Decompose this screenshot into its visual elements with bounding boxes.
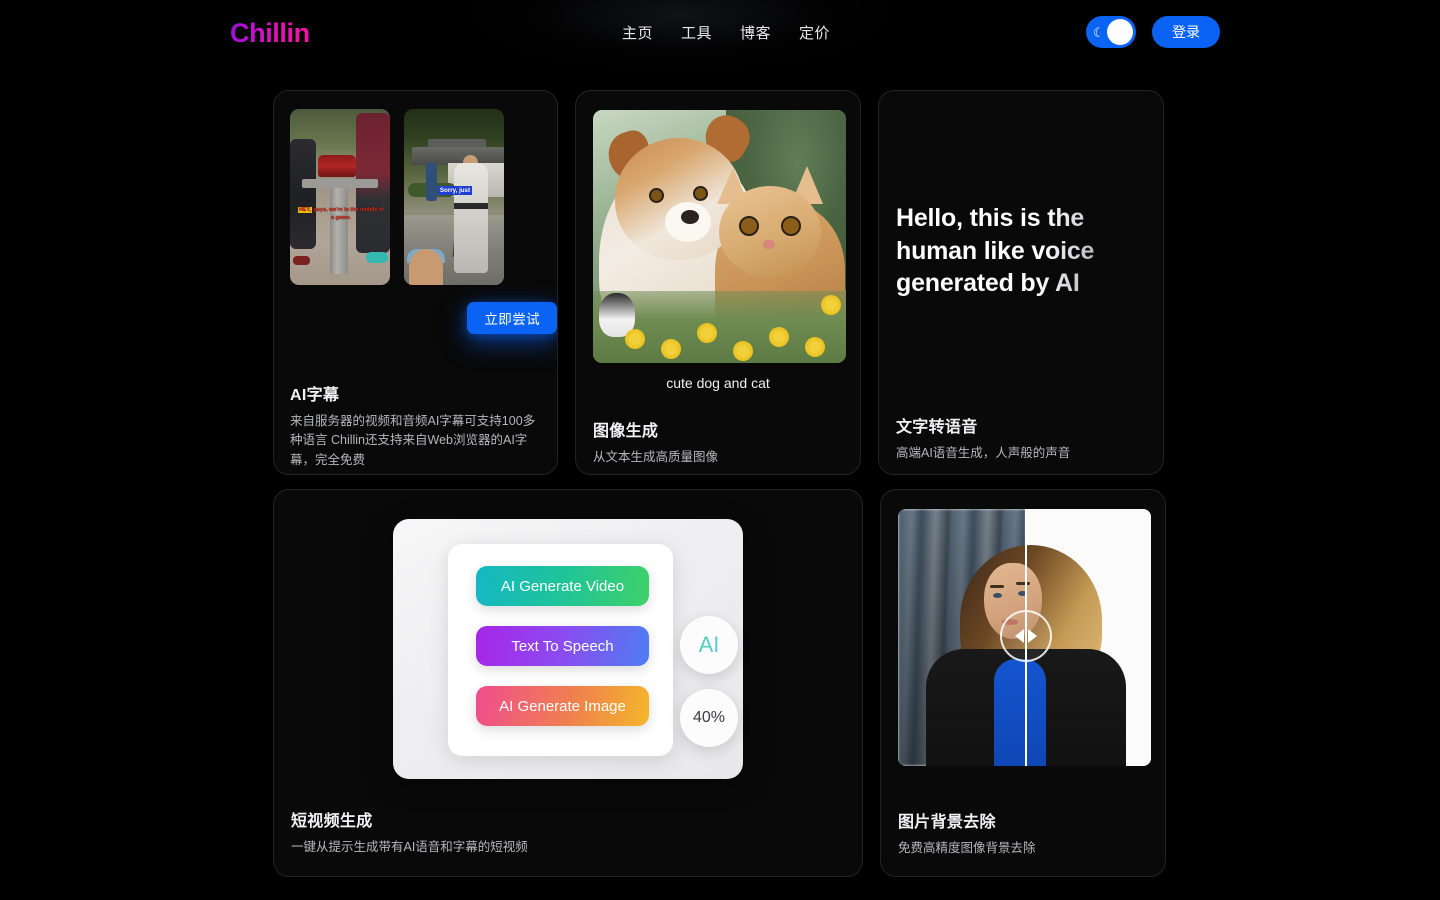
ai-badge: AI <box>680 616 738 674</box>
flower-shape <box>697 323 717 343</box>
nav-item-blog[interactable]: 博客 <box>740 22 771 43</box>
option-ai-generate-image[interactable]: AI Generate Image <box>476 686 649 726</box>
belt-shape <box>454 203 488 209</box>
person-shape <box>290 139 316 249</box>
progress-badge-label: 40% <box>692 709 726 726</box>
arrow-right-icon <box>1028 629 1037 643</box>
caption-text: guys, we're in the middle of a game. <box>313 207 384 221</box>
shirt-shape <box>994 659 1046 766</box>
pillar-shape <box>330 188 348 274</box>
nav-item-home[interactable]: 主页 <box>622 22 653 43</box>
tts-sample-quote: Hello, this is the human like voice gene… <box>896 202 1143 300</box>
eyebrow-shape <box>1016 582 1030 585</box>
ai-badge-label: AI <box>698 632 720 657</box>
dog-eye-shape <box>649 188 664 203</box>
card-title: AI字幕 <box>290 387 340 404</box>
nav-item-tools[interactable]: 工具 <box>681 22 712 43</box>
arrow-left-icon <box>1015 629 1024 643</box>
flower-shape <box>805 337 825 357</box>
card-description: 一键从提示生成带有AI语音和字幕的短视频 <box>291 840 528 854</box>
card-text-block: 图像生成 从文本生成高质量图像 <box>593 417 843 467</box>
image-prompt-caption: cute dog and cat <box>666 375 770 391</box>
card-title: 短视频生成 <box>291 813 373 830</box>
caption-highlight: HEY, <box>298 207 312 213</box>
video-caption-2: Sorry, just <box>410 186 500 195</box>
card-text-to-speech[interactable]: Hello, this is the human like voice gene… <box>878 90 1164 475</box>
feature-card-grid: HEY, guys, we're in the middle of a game… <box>273 90 1167 877</box>
card-ai-subtitle[interactable]: HEY, guys, we're in the middle of a game… <box>273 90 558 475</box>
card-title: 图像生成 <box>593 423 659 440</box>
dog-nose-shape <box>681 210 699 224</box>
cat-head-shape <box>719 186 821 278</box>
before-after-preview[interactable] <box>898 509 1151 766</box>
flower-shape <box>661 339 681 359</box>
progress-badge: 40% <box>680 689 738 747</box>
option-ai-generate-video[interactable]: AI Generate Video <box>476 566 649 606</box>
person-shape <box>409 249 443 285</box>
caption-highlight: Sorry, just <box>437 186 473 195</box>
person-shape <box>426 163 437 201</box>
flower-shape <box>821 295 841 315</box>
cat-eye-shape <box>781 216 801 236</box>
dog-eye-shape <box>693 186 708 201</box>
card-title: 图片背景去除 <box>898 814 996 831</box>
card-text-block: 短视频生成 一键从提示生成带有AI语音和字幕的短视频 <box>291 807 845 857</box>
shoe-shape <box>366 252 388 263</box>
car-shape <box>318 155 356 177</box>
card-short-video-generation[interactable]: AI Generate Video Text To Speech AI Gene… <box>273 489 863 877</box>
card-row-top: HEY, guys, we're in the middle of a game… <box>273 90 1167 475</box>
short-video-illustration: AI Generate Video Text To Speech AI Gene… <box>393 519 743 779</box>
card-text-block: 文字转语音 高端AI语音生成，人声般的声音 <box>896 413 1146 463</box>
card-description: 高端AI语音生成，人声般的声音 <box>896 446 1071 460</box>
option-panel: AI Generate Video Text To Speech AI Gene… <box>448 544 673 756</box>
card-description: 来自服务器的视频和音频AI字幕可支持100多种语言 Chillin还支持来自We… <box>290 414 536 467</box>
card-description: 免费高精度图像背景去除 <box>898 841 1036 855</box>
option-text-to-speech[interactable]: Text To Speech <box>476 626 649 666</box>
card-title: 文字转语音 <box>896 419 978 436</box>
cat-eye-shape <box>739 216 759 236</box>
table-shape <box>302 179 378 188</box>
header-actions: ☾ 登录 <box>1086 16 1220 48</box>
try-now-button[interactable]: 立即尝试 <box>467 302 557 334</box>
card-row-bottom: AI Generate Video Text To Speech AI Gene… <box>273 489 1167 877</box>
video-thumbnail-group: HEY, guys, we're in the middle of a game… <box>290 109 504 285</box>
eyebrow-shape <box>990 585 1004 588</box>
video-thumbnail-2[interactable]: Sorry, just <box>404 109 504 285</box>
generated-image-preview <box>593 110 846 363</box>
person-shape <box>454 163 488 273</box>
video-thumbnail-1[interactable]: HEY, guys, we're in the middle of a game… <box>290 109 390 285</box>
login-button[interactable]: 登录 <box>1152 16 1220 48</box>
main-nav: 主页 工具 博客 定价 <box>622 22 830 43</box>
toggle-knob <box>1107 19 1133 45</box>
moon-icon: ☾ <box>1093 24 1105 40</box>
cat-nose-shape <box>763 240 775 249</box>
card-text-block: 图片背景去除 免费高精度图像背景去除 <box>898 808 1148 858</box>
video-caption-1: HEY, guys, we're in the middle of a game… <box>297 207 385 223</box>
comparison-slider-handle[interactable] <box>1000 610 1052 662</box>
card-text-block: AI字幕 来自服务器的视频和音频AI字幕可支持100多种语言 Chillin还支… <box>290 381 541 470</box>
card-image-generation[interactable]: cute dog and cat 图像生成 从文本生成高质量图像 <box>575 90 861 475</box>
nav-item-pricing[interactable]: 定价 <box>799 22 830 43</box>
flower-shape <box>733 341 753 361</box>
site-header: Chillin 主页 工具 博客 定价 ☾ 登录 <box>0 0 1440 70</box>
theme-toggle[interactable]: ☾ <box>1086 16 1136 48</box>
card-background-removal[interactable]: 图片背景去除 免费高精度图像背景去除 <box>880 489 1166 877</box>
flower-shape <box>769 327 789 347</box>
flower-shape <box>625 329 645 349</box>
eye-shape <box>993 593 1002 598</box>
site-logo[interactable]: Chillin <box>230 18 310 49</box>
card-description: 从文本生成高质量图像 <box>593 450 719 464</box>
shoe-shape <box>293 256 310 265</box>
